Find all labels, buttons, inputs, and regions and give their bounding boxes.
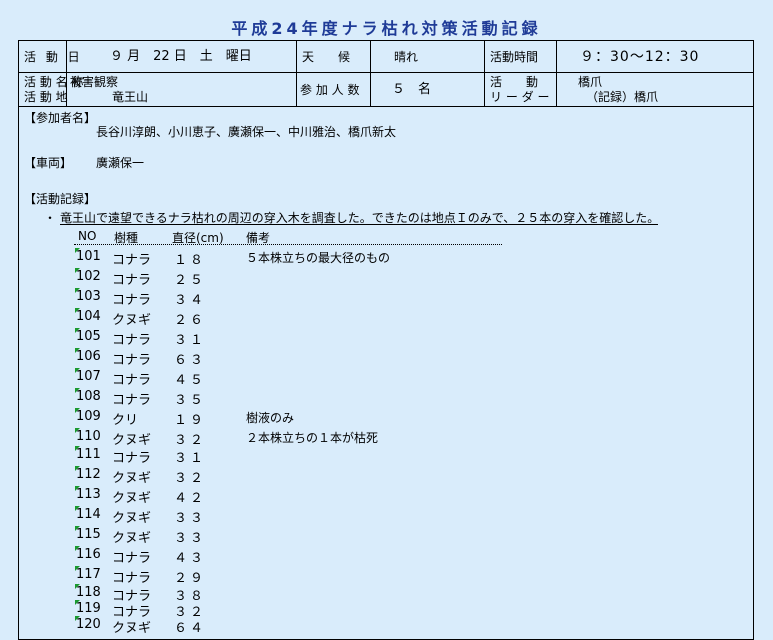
- cell-diameter: ４２: [174, 491, 207, 506]
- cell-diameter: ３２: [174, 471, 207, 486]
- cell-species: コナラ: [112, 551, 152, 566]
- header-divider-2: [18, 106, 754, 107]
- cell-species: クヌギ: [112, 433, 152, 448]
- col-line-4: [484, 40, 485, 106]
- cell-diameter: ３３: [174, 531, 207, 546]
- vehicle-label: 【車両】: [24, 156, 73, 170]
- cell-diameter: ３５: [174, 393, 207, 408]
- cell-species: コナラ: [112, 333, 152, 348]
- cell-no: 114: [76, 507, 101, 522]
- date-label: 活 動 日: [24, 50, 83, 64]
- participant-count-value: ５ 名: [392, 82, 432, 97]
- cell-no: 108: [76, 389, 101, 404]
- cell-no: 106: [76, 349, 101, 364]
- cell-no: 119: [76, 601, 101, 616]
- cell-no: 113: [76, 487, 101, 502]
- header-no: NO: [78, 229, 97, 243]
- cell-no: 102: [76, 269, 101, 284]
- cell-note: ２本株立ちの１本が枯死: [246, 431, 379, 445]
- cell-species: コナラ: [112, 373, 152, 388]
- col-line-3: [370, 40, 371, 72]
- leader-label-line2: リ ー ダ ー: [490, 90, 550, 104]
- participants-names: 長谷川淳朗、小川恵子、廣瀬保一、中川雅治、橋爪新太: [96, 125, 397, 139]
- cell-no: 104: [76, 309, 101, 324]
- cell-no: 105: [76, 329, 101, 344]
- cell-diameter: ３１: [174, 451, 207, 466]
- col-line-2: [296, 40, 297, 106]
- participants-label: 【参加者名】: [24, 111, 97, 125]
- time-label: 活動時間: [490, 50, 539, 64]
- cell-species: クヌギ: [112, 471, 152, 486]
- cell-no: 116: [76, 547, 101, 562]
- leader-value: 橋爪: [578, 75, 603, 89]
- recorder-value: （記録）橋爪: [586, 90, 659, 104]
- cell-species: コナラ: [112, 393, 152, 408]
- cell-species: コナラ: [112, 571, 152, 586]
- table-header-rule: [74, 244, 502, 245]
- cell-no: 120: [76, 617, 101, 632]
- date-value: ９ 月 22 日 土 曜日: [110, 49, 252, 64]
- participant-count-label: 参 加 人 数: [300, 83, 360, 97]
- cell-diameter: １８: [174, 253, 207, 268]
- activity-place-value: 竜王山: [112, 90, 149, 104]
- weather-value: 晴れ: [394, 50, 419, 64]
- activity-place-label: 活 動 地: [24, 90, 68, 104]
- header-divider-1: [18, 72, 754, 73]
- cell-species: クリ: [112, 413, 139, 428]
- cell-note: ５本株立ちの最大径のもの: [246, 251, 391, 265]
- cell-species: クヌギ: [112, 621, 152, 636]
- cell-no: 117: [76, 567, 101, 582]
- cell-diameter: ２５: [174, 273, 207, 288]
- col-line-6: [370, 72, 371, 106]
- cell-no: 109: [76, 409, 101, 424]
- cell-species: クヌギ: [112, 511, 152, 526]
- cell-no: 118: [76, 585, 101, 600]
- cell-diameter: ３１: [174, 333, 207, 348]
- cell-species: クヌギ: [112, 491, 152, 506]
- weather-label: 天 候: [302, 50, 351, 64]
- activity-name-value: 被害観察: [70, 75, 119, 89]
- cell-species: コナラ: [112, 293, 152, 308]
- cell-diameter: ２９: [174, 571, 207, 586]
- cell-no: 112: [76, 467, 101, 482]
- record-text-underline: [60, 224, 658, 225]
- cell-diameter: ２６: [174, 313, 207, 328]
- cell-diameter: ３４: [174, 293, 207, 308]
- cell-diameter: ６３: [174, 353, 207, 368]
- cell-species: コナラ: [112, 353, 152, 368]
- cell-species: コナラ: [112, 273, 152, 288]
- cell-diameter: ４３: [174, 551, 207, 566]
- cell-no: 101: [76, 249, 101, 264]
- cell-species: コナラ: [112, 451, 152, 466]
- cell-note: 樹液のみ: [246, 411, 295, 425]
- page-title: 平成24年度ナラ枯れ対策活動記録: [231, 19, 542, 38]
- vehicle-value: 廣瀬保一: [96, 156, 145, 170]
- cell-no: 107: [76, 369, 101, 384]
- cell-diameter: １９: [174, 413, 207, 428]
- cell-no: 111: [76, 447, 101, 462]
- cell-no: 103: [76, 289, 101, 304]
- cell-no: 115: [76, 527, 101, 542]
- col-line-5: [556, 40, 557, 106]
- cell-diameter: ３３: [174, 511, 207, 526]
- cell-diameter: ４５: [174, 373, 207, 388]
- record-label: 【活動記録】: [24, 192, 97, 206]
- cell-no: 110: [76, 429, 101, 444]
- cell-species: コナラ: [112, 253, 152, 268]
- time-value: ９：30〜12：30: [580, 49, 700, 65]
- cell-species: クヌギ: [112, 531, 152, 546]
- cell-diameter: ６４: [174, 621, 207, 636]
- cell-diameter: ３２: [174, 433, 207, 448]
- cell-species: クヌギ: [112, 313, 152, 328]
- leader-label-line1: 活 動: [490, 75, 539, 89]
- record-bullet: ・: [44, 211, 57, 225]
